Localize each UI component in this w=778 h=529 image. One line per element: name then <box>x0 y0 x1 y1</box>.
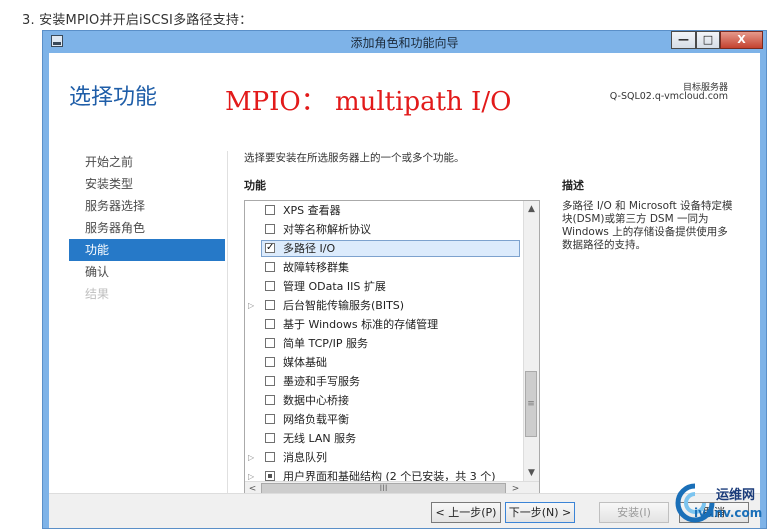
feature-label: 后台智能传输服务(BITS) <box>283 299 405 312</box>
nav-divider <box>227 151 228 496</box>
feature-label: 多路径 I/O <box>283 242 336 255</box>
feature-row[interactable]: 基于 Windows 标准的存储管理 <box>245 315 539 334</box>
feature-row[interactable]: 故障转移群集 <box>245 258 539 277</box>
feature-row[interactable]: 网络负载平衡 <box>245 410 539 429</box>
feature-label: 数据中心桥接 <box>283 394 349 407</box>
feature-label: 媒体基础 <box>283 356 327 369</box>
vertical-scrollbar[interactable]: ▲ ≡ ▼ <box>523 201 539 481</box>
instruction-text: 选择要安装在所选服务器上的一个或多个功能。 <box>244 152 465 164</box>
nav-item-results: 结果 <box>85 287 110 301</box>
feature-label: 基于 Windows 标准的存储管理 <box>283 318 439 331</box>
title-bar[interactable]: 添加角色和功能向导 — □ X <box>43 31 766 53</box>
watermark-title: 运维网 <box>716 488 756 503</box>
watermark-domain: iyunv.com <box>694 506 763 520</box>
feature-checkbox[interactable] <box>265 224 275 234</box>
feature-checkbox[interactable] <box>265 452 275 462</box>
scroll-up-icon[interactable]: ▲ <box>524 201 539 217</box>
page-title: 选择功能 <box>69 85 158 110</box>
feature-label: 消息队列 <box>283 451 327 464</box>
feature-row[interactable]: 对等名称解析协议 <box>245 220 539 239</box>
scroll-down-icon[interactable]: ▼ <box>524 465 539 481</box>
previous-button[interactable]: < 上一步(P) <box>431 502 501 523</box>
wizard-footer: < 上一步(P) 下一步(N) > 安装(I) 取消 <box>49 493 760 528</box>
nav-item-installation-type[interactable]: 安装类型 <box>69 173 225 195</box>
feature-label: 网络负载平衡 <box>283 413 349 426</box>
feature-row[interactable]: 数据中心桥接 <box>245 391 539 410</box>
wizard-window: 添加角色和功能向导 — □ X 选择功能 MPIO： multipath I/O… <box>42 30 767 529</box>
nav-item-confirmation[interactable]: 确认 <box>69 261 225 283</box>
site-watermark: 运维网 iyunv.com <box>670 478 770 526</box>
feature-checkbox[interactable] <box>265 357 275 367</box>
vertical-scroll-thumb[interactable]: ≡ <box>525 371 537 437</box>
feature-checkbox[interactable] <box>265 376 275 386</box>
feature-checkbox[interactable] <box>265 300 275 310</box>
feature-checkbox[interactable] <box>265 281 275 291</box>
features-heading: 功能 <box>244 179 266 192</box>
nav-item-server-selection[interactable]: 服务器选择 <box>69 195 225 217</box>
mpio-annotation: MPIO： multipath I/O <box>225 87 512 117</box>
wizard-nav: 开始之前 安装类型 服务器选择 服务器角色 功能 确认 结果 <box>69 151 225 305</box>
expand-arrow-icon[interactable]: ▷ <box>248 296 256 315</box>
feature-label: XPS 查看器 <box>283 204 341 217</box>
next-button[interactable]: 下一步(N) > <box>505 502 575 523</box>
feature-row[interactable]: ▷ 后台智能传输服务(BITS) <box>245 296 539 315</box>
feature-checkbox[interactable] <box>265 395 275 405</box>
minimize-button[interactable]: — <box>671 31 696 49</box>
feature-checkbox[interactable] <box>265 471 275 481</box>
destination-server-name: Q-SQL02.q-vmcloud.com <box>609 91 728 102</box>
feature-row[interactable]: 管理 OData IIS 扩展 <box>245 277 539 296</box>
feature-row[interactable]: 墨迹和手写服务 <box>245 372 539 391</box>
feature-row[interactable]: 简单 TCP/IP 服务 <box>245 334 539 353</box>
expand-arrow-icon[interactable]: ▷ <box>248 448 256 467</box>
feature-description: 多路径 I/O 和 Microsoft 设备特定模块(DSM)或第三方 DSM … <box>562 200 733 251</box>
feature-label: 无线 LAN 服务 <box>283 432 357 445</box>
feature-label: 墨迹和手写服务 <box>283 375 360 388</box>
close-button[interactable]: X <box>720 31 763 49</box>
feature-row[interactable]: 无线 LAN 服务 <box>245 429 539 448</box>
feature-row[interactable]: ▷ 消息队列 <box>245 448 539 467</box>
install-button: 安装(I) <box>599 502 669 523</box>
feature-label: 简单 TCP/IP 服务 <box>283 337 368 350</box>
nav-item-features[interactable]: 功能 <box>69 239 225 261</box>
nav-item-server-roles[interactable]: 服务器角色 <box>69 217 225 239</box>
feature-row[interactable]: ✓ 多路径 I/O <box>245 239 539 258</box>
feature-label: 故障转移群集 <box>283 261 349 274</box>
step-caption: 3. 安装MPIO并开启iSCSI多路径支持： <box>22 13 253 28</box>
window-title: 添加角色和功能向导 <box>350 36 459 50</box>
feature-checkbox[interactable] <box>265 262 275 272</box>
description-heading: 描述 <box>562 179 584 192</box>
feature-row[interactable]: 媒体基础 <box>245 353 539 372</box>
maximize-button[interactable]: □ <box>696 31 720 49</box>
feature-checkbox[interactable] <box>265 433 275 443</box>
nav-item-before-you-begin[interactable]: 开始之前 <box>69 151 225 173</box>
feature-checkbox[interactable] <box>265 414 275 424</box>
feature-row[interactable]: XPS 查看器 <box>245 201 539 220</box>
feature-label: 管理 OData IIS 扩展 <box>283 280 386 293</box>
feature-checkbox[interactable]: ✓ <box>265 243 275 253</box>
feature-checkbox[interactable] <box>265 319 275 329</box>
features-list[interactable]: XPS 查看器对等名称解析协议 ✓ 多路径 I/O 故障转移群集管理 OData II… <box>244 200 540 498</box>
wizard-client-area: 选择功能 MPIO： multipath I/O 目标服务器 Q-SQL02.q… <box>49 53 760 528</box>
feature-checkbox[interactable] <box>265 205 275 215</box>
feature-label: 对等名称解析协议 <box>283 223 371 236</box>
feature-checkbox[interactable] <box>265 338 275 348</box>
features-rows: XPS 查看器对等名称解析协议 ✓ 多路径 I/O 故障转移群集管理 OData II… <box>245 201 539 486</box>
